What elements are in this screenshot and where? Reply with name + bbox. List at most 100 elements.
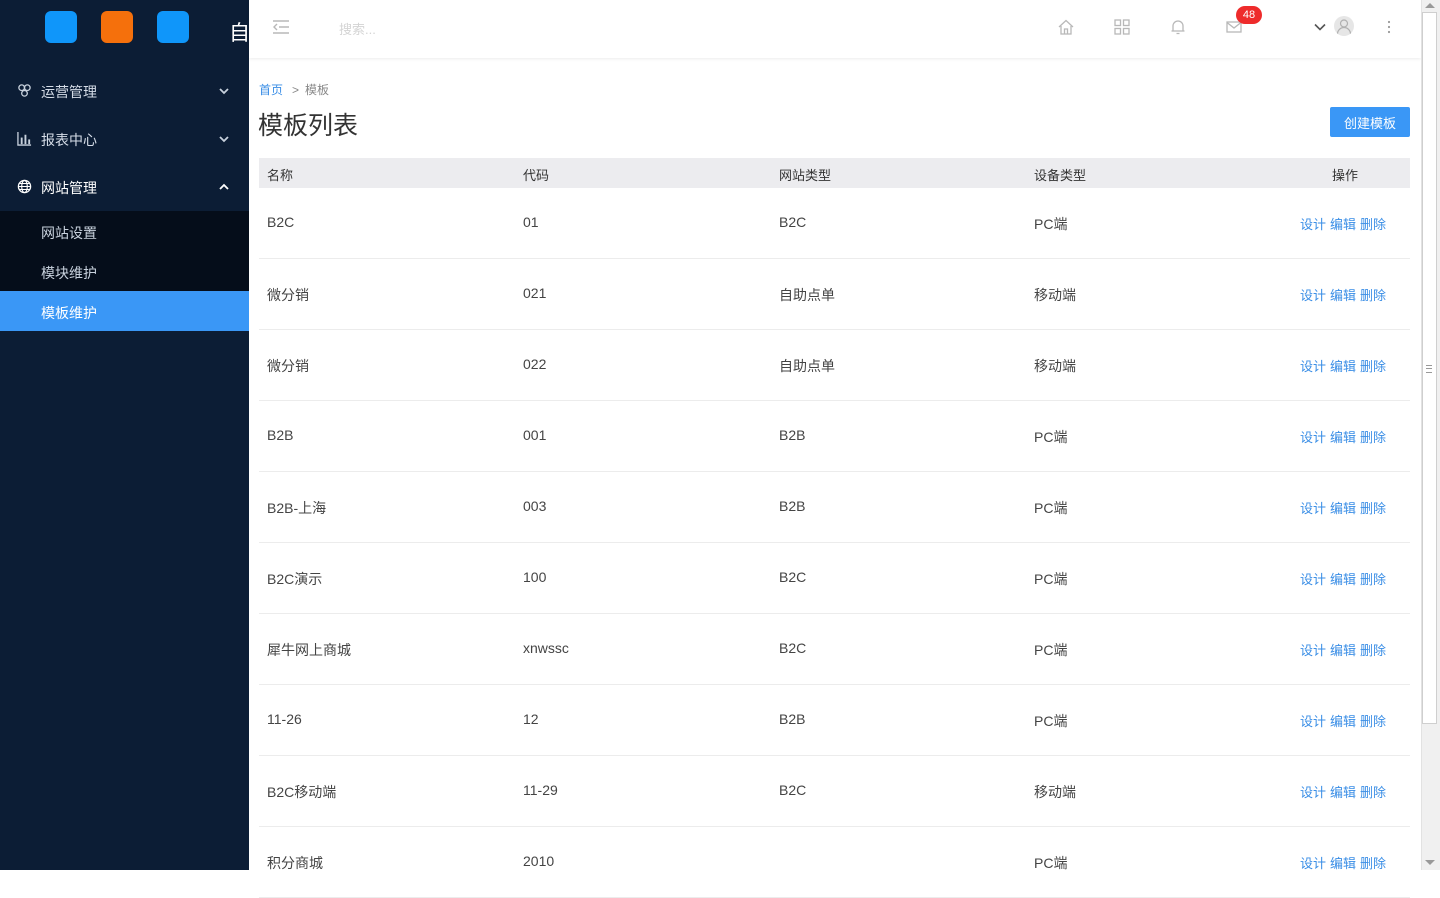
logo-square — [101, 11, 133, 43]
sidebar-item-template-maintenance[interactable]: 模板维护 — [0, 291, 249, 331]
chevron-up-icon — [219, 183, 229, 190]
cell-site-type: B2C — [779, 569, 807, 585]
cell-code: 11-29 — [523, 782, 558, 798]
breadcrumb-current: 模板 — [305, 83, 330, 97]
column-header-name: 名称 — [267, 168, 294, 183]
row-actions: 设计 编辑 删除 — [1300, 498, 1390, 517]
delete-link[interactable]: 删除 — [1360, 288, 1386, 303]
delete-link[interactable]: 删除 — [1360, 430, 1386, 445]
design-link[interactable]: 设计 — [1300, 501, 1326, 516]
column-header-device-type: 设备类型 — [1034, 168, 1087, 183]
home-icon[interactable] — [1057, 18, 1075, 36]
apps-grid-icon[interactable] — [1113, 18, 1131, 36]
cell-site-type: B2C — [779, 214, 807, 230]
cell-site-type: B2B — [779, 711, 806, 727]
delete-link[interactable]: 删除 — [1360, 501, 1386, 516]
delete-link[interactable]: 删除 — [1360, 785, 1386, 800]
sidebar-item-module-maintenance[interactable]: 模块维护 — [0, 251, 249, 291]
globe-icon — [17, 179, 32, 194]
design-link[interactable]: 设计 — [1300, 288, 1326, 303]
page-title: 模板列表 — [258, 112, 359, 140]
edit-link[interactable]: 编辑 — [1330, 217, 1356, 232]
sidebar: 自 运营管理 报表中心 网站管理 网站设置 模块维护 模板维护 — [0, 0, 250, 870]
design-link[interactable]: 设计 — [1300, 430, 1326, 445]
design-link[interactable]: 设计 — [1300, 785, 1326, 800]
cell-device-type: PC端 — [1034, 500, 1068, 516]
edit-link[interactable]: 编辑 — [1330, 714, 1356, 729]
edit-link[interactable]: 编辑 — [1330, 856, 1356, 871]
column-header-site-type: 网站类型 — [779, 168, 832, 183]
logo-square — [157, 11, 189, 43]
table-row: B2B 001 B2B PC端 设计 编辑 删除 — [259, 401, 1410, 472]
delete-link[interactable]: 删除 — [1360, 359, 1386, 374]
row-actions: 设计 编辑 删除 — [1300, 569, 1390, 588]
delete-link[interactable]: 删除 — [1360, 643, 1386, 658]
row-actions: 设计 编辑 删除 — [1300, 356, 1390, 375]
cell-device-type: 移动端 — [1034, 287, 1076, 303]
sidebar-item-site-settings[interactable]: 网站设置 — [0, 211, 249, 251]
user-avatar-icon[interactable] — [1334, 16, 1354, 36]
sidebar-item-label: 运营管理 — [41, 84, 97, 100]
scroll-grip-icon — [1426, 365, 1432, 373]
edit-link[interactable]: 编辑 — [1330, 501, 1356, 516]
app-title: 自 — [229, 22, 250, 45]
search-input[interactable] — [337, 14, 641, 44]
cell-code: 001 — [523, 427, 547, 443]
design-link[interactable]: 设计 — [1300, 714, 1326, 729]
row-actions: 设计 编辑 删除 — [1300, 640, 1390, 659]
cell-name: 微分销 — [267, 358, 309, 374]
delete-link[interactable]: 删除 — [1360, 856, 1386, 871]
table-row: 微分销 021 自助点单 移动端 设计 编辑 删除 — [259, 259, 1410, 330]
sidebar-item-label: 模板维护 — [41, 305, 97, 321]
delete-link[interactable]: 删除 — [1360, 217, 1386, 232]
table-header: 名称 代码 网站类型 设备类型 操作 — [259, 158, 1410, 188]
cell-site-type: 自助点单 — [779, 358, 835, 374]
design-link[interactable]: 设计 — [1300, 359, 1326, 374]
design-link[interactable]: 设计 — [1300, 643, 1326, 658]
cell-name: 微分销 — [267, 287, 309, 303]
design-link[interactable]: 设计 — [1300, 572, 1326, 587]
chevron-down-icon[interactable] — [1313, 20, 1327, 34]
row-actions: 设计 编辑 删除 — [1300, 285, 1390, 304]
cluster-icon — [18, 84, 31, 97]
edit-link[interactable]: 编辑 — [1330, 288, 1356, 303]
menu-fold-icon[interactable] — [272, 18, 290, 36]
more-vertical-icon[interactable] — [1380, 18, 1398, 36]
design-link[interactable]: 设计 — [1300, 217, 1326, 232]
cell-name: B2C移动端 — [267, 784, 337, 800]
scroll-up-arrow-icon[interactable] — [1425, 3, 1435, 8]
cell-code: 100 — [523, 569, 547, 585]
sidebar-item-reports[interactable]: 报表中心 — [0, 115, 249, 163]
user-silhouette-icon — [1336, 19, 1352, 35]
logo-bar: 自 — [0, 0, 250, 60]
edit-link[interactable]: 编辑 — [1330, 359, 1356, 374]
cell-device-type: 移动端 — [1034, 358, 1076, 374]
edit-link[interactable]: 编辑 — [1330, 572, 1356, 587]
bar-chart-icon — [17, 131, 32, 146]
breadcrumb: 首页 > 模板 — [259, 81, 329, 98]
cell-site-type: B2C — [779, 640, 807, 656]
cell-device-type: PC端 — [1034, 216, 1068, 232]
top-header: 48 — [249, 0, 1421, 58]
table-row: B2B-上海 003 B2B PC端 设计 编辑 删除 — [259, 472, 1410, 543]
edit-link[interactable]: 编辑 — [1330, 643, 1356, 658]
cell-device-type: PC端 — [1034, 429, 1068, 445]
sidebar-item-website-management[interactable]: 网站管理 — [0, 163, 249, 211]
edit-link[interactable]: 编辑 — [1330, 785, 1356, 800]
delete-link[interactable]: 删除 — [1360, 572, 1386, 587]
cell-code: xnwssc — [523, 640, 569, 656]
delete-link[interactable]: 删除 — [1360, 714, 1386, 729]
column-header-code: 代码 — [523, 168, 550, 183]
edit-link[interactable]: 编辑 — [1330, 430, 1356, 445]
cell-site-type: 自助点单 — [779, 287, 835, 303]
sidebar-item-operations[interactable]: 运营管理 — [0, 67, 249, 115]
bell-icon[interactable] — [1169, 18, 1187, 36]
scroll-down-arrow-icon[interactable] — [1425, 860, 1435, 865]
breadcrumb-home-link[interactable]: 首页 — [259, 83, 283, 97]
chevron-down-icon — [219, 136, 229, 143]
create-template-button[interactable]: 创建模板 — [1330, 107, 1410, 137]
sidebar-item-label: 模块维护 — [41, 265, 97, 281]
cell-code: 01 — [523, 214, 539, 230]
design-link[interactable]: 设计 — [1300, 856, 1326, 871]
cell-device-type: 移动端 — [1034, 784, 1076, 800]
